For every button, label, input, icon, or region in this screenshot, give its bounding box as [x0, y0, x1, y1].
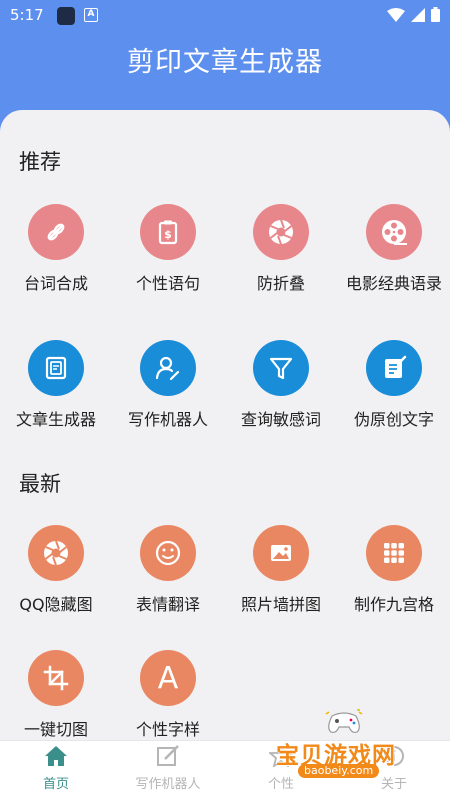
section-title-latest: 最新: [19, 472, 61, 496]
tab-home[interactable]: 首页: [0, 745, 112, 792]
tool-item-label: 台词合成: [23, 274, 88, 293]
tool-item-label: 伪原创文字: [353, 410, 434, 429]
tool-item-anti-fold[interactable]: 防折叠: [225, 204, 337, 294]
tool-item-pseudo-original[interactable]: 伪原创文字: [338, 340, 450, 430]
notification-app-icon: [57, 7, 75, 25]
filter-icon: [253, 340, 309, 396]
tool-item-label: 照片墙拼图: [240, 595, 321, 614]
edit-icon: [157, 745, 179, 766]
status-bar: 5:17 A: [0, 0, 450, 32]
tool-item-label: QQ隐藏图: [19, 595, 93, 614]
tool-item-label: 防折叠: [256, 274, 305, 293]
tool-item-label: 个性语句: [135, 274, 200, 293]
tool-item-qq-hidden-image[interactable]: QQ隐藏图: [0, 525, 112, 615]
svg-text:$: $: [164, 228, 172, 241]
status-icons: [387, 7, 440, 22]
signal-icon: [411, 7, 425, 22]
tool-item-label: 文章生成器: [15, 410, 96, 429]
wifi-icon: [387, 7, 405, 22]
notification-a-icon: A: [84, 8, 98, 22]
tab-label: 写作机器人: [135, 777, 201, 792]
game-controller-icon: [325, 709, 363, 734]
tool-item-label: 一键切图: [23, 720, 88, 739]
tool-item-label: 写作机器人: [127, 410, 208, 429]
page-title: 剪印文章生成器: [127, 47, 323, 78]
watermark-url: baobeiy.com: [298, 764, 380, 778]
section-title-recommend: 推荐: [19, 150, 61, 174]
letter-a-glyph: A: [157, 660, 179, 696]
grid-icon: [366, 525, 422, 581]
tool-item-label: 查询敏感词: [240, 410, 321, 429]
tool-item-custom-lettering[interactable]: A 个性字样: [112, 650, 224, 740]
aperture-icon: [253, 204, 309, 260]
status-time: 5:17: [10, 6, 44, 24]
tool-item-movie-quotes[interactable]: 电影经典语录: [338, 204, 450, 294]
tool-item-label: 表情翻译: [135, 595, 200, 614]
aperture-icon: [28, 525, 84, 581]
tool-item-photo-wall[interactable]: 照片墙拼图: [225, 525, 337, 615]
film-reel-icon: [366, 204, 422, 260]
content-card: 推荐 台词合成 $ 个性语句 防折叠 电影经典语录 文章生成器 写作机器人 查询…: [0, 110, 450, 740]
tool-item-article-generator[interactable]: 文章生成器: [0, 340, 112, 430]
tool-item-lines-synthesis[interactable]: 台词合成: [0, 204, 112, 294]
crop-icon: [28, 650, 84, 706]
note-edit-icon: [366, 340, 422, 396]
link-icon: [28, 204, 84, 260]
battery-icon: [431, 7, 440, 22]
tab-writing-robot[interactable]: 写作机器人: [112, 745, 224, 792]
person-edit-icon: [140, 340, 196, 396]
tool-item-label: 制作九宫格: [353, 595, 434, 614]
tool-item-one-click-cut[interactable]: 一键切图: [0, 650, 112, 740]
tool-item-sensitive-word-query[interactable]: 查询敏感词: [225, 340, 337, 430]
image-icon: [253, 525, 309, 581]
smiley-icon: [140, 525, 196, 581]
home-icon: [45, 746, 67, 766]
document-icon: [28, 340, 84, 396]
tab-label: 首页: [42, 777, 69, 792]
tool-item-label: 个性字样: [135, 720, 200, 739]
tool-item-label: 电影经典语录: [345, 274, 442, 293]
tool-item-emoji-translate[interactable]: 表情翻译: [112, 525, 224, 615]
clipboard-dollar-icon: $: [140, 204, 196, 260]
tool-item-writing-robot[interactable]: 写作机器人: [112, 340, 224, 430]
tool-item-personal-quotes[interactable]: $ 个性语句: [112, 204, 224, 294]
watermark: 宝贝游戏网 baobeiy.com: [272, 709, 422, 782]
letter-a-icon: A: [140, 650, 196, 706]
tool-item-nine-grid[interactable]: 制作九宫格: [338, 525, 450, 615]
